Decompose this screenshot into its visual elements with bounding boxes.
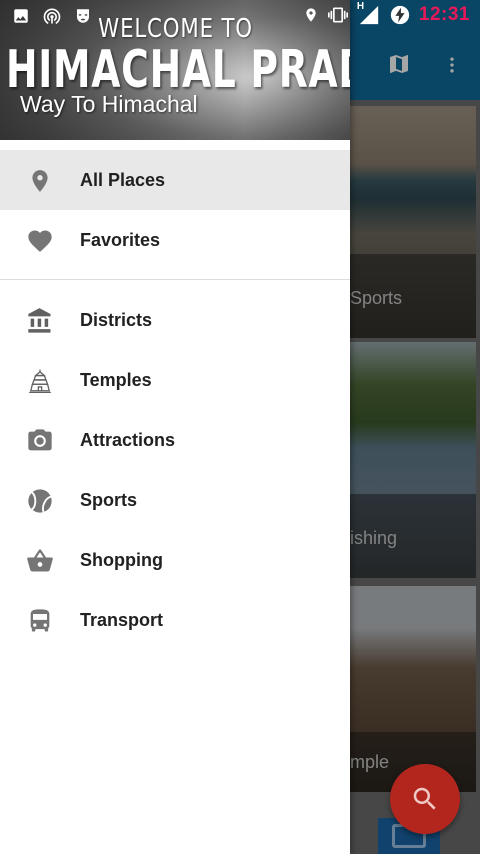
menu-item-all-places[interactable]: All Places	[0, 150, 350, 210]
hotspot-icon	[43, 8, 61, 25]
vibrate-icon	[327, 7, 348, 23]
menu-item-sports[interactable]: Sports	[0, 470, 350, 530]
signal-icon: H	[357, 1, 381, 26]
header-subtitle: Way To Himachal	[20, 91, 198, 117]
menu-item-label: Attractions	[80, 430, 176, 450]
status-time: 12:31	[418, 4, 470, 25]
image-icon	[14, 9, 28, 23]
menu-item-label: All Places	[80, 170, 166, 190]
menu-item-attractions[interactable]: Attractions	[0, 410, 350, 470]
menu-item-temples[interactable]: Temples	[0, 350, 350, 410]
menu-item-label: Districts	[80, 310, 153, 330]
status-bar: H 12:31	[0, 0, 480, 30]
navigation-drawer: WELCOME TO HIMACHAL PRADESH Way To Himac…	[0, 0, 350, 854]
incognito-icon	[77, 9, 89, 23]
temple-icon	[26, 367, 54, 395]
menu-item-label: Favorites	[80, 230, 161, 250]
menu-item-label: Temples	[80, 370, 152, 390]
menu-divider	[0, 279, 350, 280]
tennis-ball-icon	[26, 487, 54, 515]
menu-item-shopping[interactable]: Shopping	[0, 530, 350, 590]
heart-icon	[26, 227, 54, 255]
bank-icon	[26, 307, 54, 335]
battery-charging-icon	[390, 5, 410, 25]
bus-icon	[26, 607, 54, 635]
menu-item-label: Sports	[80, 490, 138, 510]
search-icon	[413, 787, 436, 810]
menu-item-favorites[interactable]: Favorites	[0, 210, 350, 270]
location-icon	[306, 8, 316, 22]
camera-icon	[26, 427, 54, 455]
search-fab[interactable]	[390, 764, 460, 834]
menu-item-label: Transport	[80, 610, 164, 630]
drawer-menu: All Places Favorites Districts Temples A…	[0, 150, 350, 650]
menu-item-districts[interactable]: Districts	[0, 290, 350, 350]
menu-item-transport[interactable]: Transport	[0, 590, 350, 650]
menu-item-label: Shopping	[80, 550, 163, 570]
basket-icon	[26, 547, 54, 575]
location-icon	[26, 167, 54, 195]
